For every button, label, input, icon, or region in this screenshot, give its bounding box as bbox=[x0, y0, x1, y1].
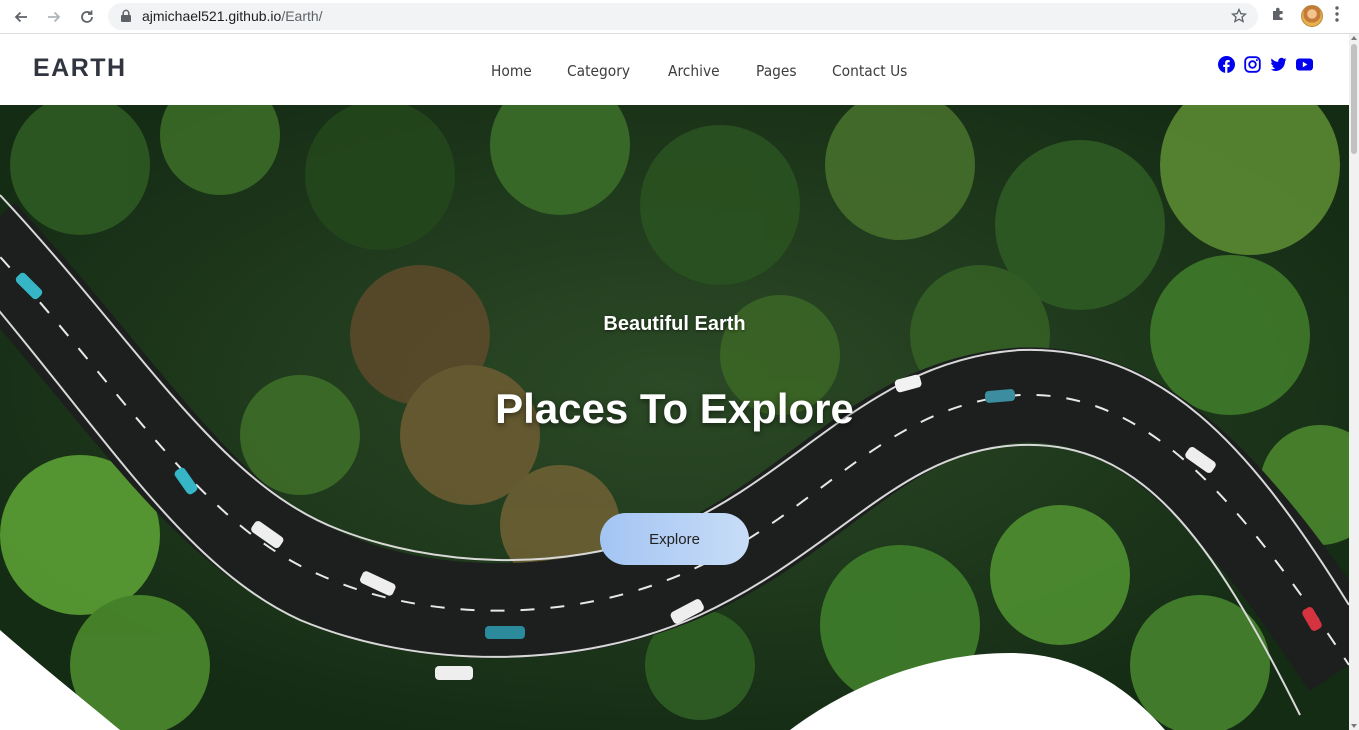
profile-avatar[interactable] bbox=[1301, 5, 1323, 27]
site-header: EARTH Home Category Archive Pages Contac… bbox=[0, 34, 1349, 105]
site-logo[interactable]: EARTH bbox=[33, 54, 127, 83]
address-bar[interactable]: ajmichael521.github.io/Earth/ bbox=[108, 3, 1258, 30]
back-button[interactable] bbox=[9, 5, 33, 29]
twitter-icon[interactable] bbox=[1270, 56, 1287, 73]
url-text: ajmichael521.github.io/Earth/ bbox=[142, 8, 323, 24]
nav-archive[interactable]: Archive bbox=[668, 62, 720, 80]
scroll-up-arrow-icon[interactable] bbox=[1351, 36, 1357, 40]
nav-home[interactable]: Home bbox=[491, 62, 532, 80]
browser-toolbar: ajmichael521.github.io/Earth/ bbox=[0, 0, 1359, 34]
hero-headline: Places To Explore bbox=[495, 385, 854, 432]
main-nav: Home Category Archive Pages Contact Us bbox=[491, 62, 946, 80]
hero-tagline: Beautiful Earth bbox=[603, 313, 746, 335]
explore-button[interactable]: Explore bbox=[600, 513, 749, 565]
reload-button[interactable] bbox=[75, 5, 99, 29]
back-arrow-icon bbox=[14, 11, 27, 23]
scroll-thumb[interactable] bbox=[1351, 44, 1357, 154]
page-scrollbar[interactable] bbox=[1349, 34, 1359, 730]
more-menu-icon[interactable] bbox=[1334, 5, 1340, 23]
facebook-icon[interactable] bbox=[1218, 56, 1235, 73]
instagram-icon[interactable] bbox=[1244, 56, 1261, 73]
social-links bbox=[1218, 56, 1313, 73]
nav-category[interactable]: Category bbox=[567, 62, 630, 80]
scroll-down-arrow-icon[interactable] bbox=[1351, 724, 1357, 728]
youtube-icon[interactable] bbox=[1296, 56, 1313, 73]
nav-pages[interactable]: Pages bbox=[756, 62, 797, 80]
hero-section: Beautiful Earth Places To Explore Explor… bbox=[0, 105, 1349, 730]
url-path: /Earth/ bbox=[281, 8, 323, 24]
lock-icon bbox=[121, 9, 131, 22]
extensions-puzzle-icon[interactable] bbox=[1270, 5, 1288, 23]
bookmark-star-icon[interactable] bbox=[1231, 8, 1247, 24]
forward-arrow-icon bbox=[48, 11, 61, 23]
url-host: ajmichael521.github.io bbox=[142, 8, 282, 24]
forward-button[interactable] bbox=[42, 5, 66, 29]
nav-contact-us[interactable]: Contact Us bbox=[832, 62, 907, 80]
reload-icon bbox=[81, 10, 93, 23]
